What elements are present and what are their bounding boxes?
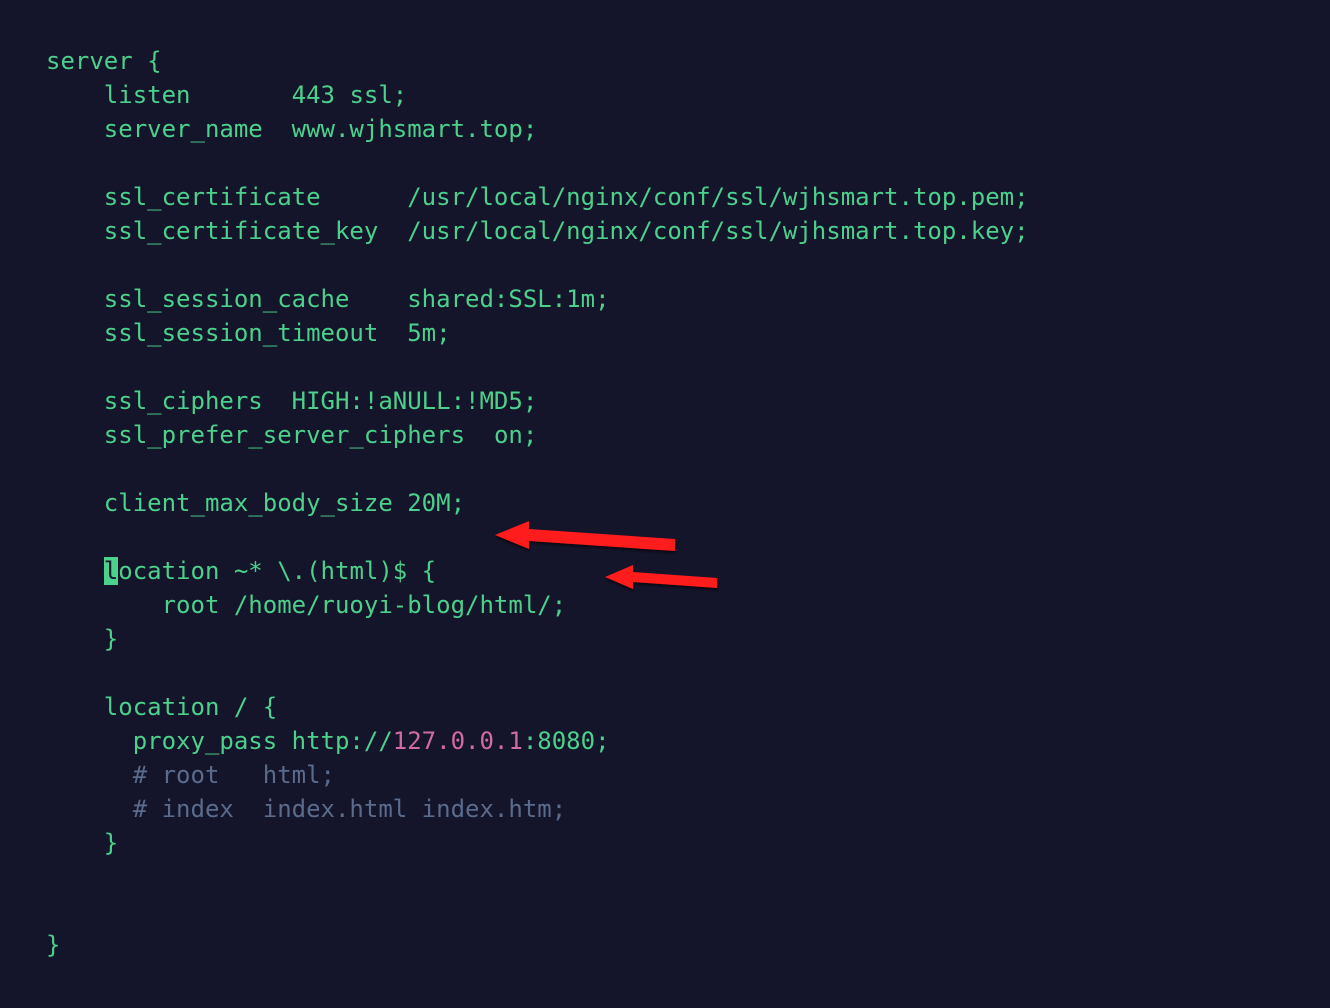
- code-line: ssl_certificate_key /usr/local/nginx/con…: [46, 217, 1029, 245]
- code-line: ocation ~* \.(html)$ {: [118, 557, 436, 585]
- code-line: }: [46, 829, 118, 857]
- code-line: }: [46, 625, 118, 653]
- code-line: root /home/ruoyi-blog/html/;: [46, 591, 566, 619]
- code-comment: # root html;: [46, 761, 335, 789]
- cursor: l: [104, 557, 118, 585]
- code-token: ssl;: [335, 81, 407, 109]
- code-line: ssl_certificate /usr/local/nginx/conf/ss…: [46, 183, 1029, 211]
- code-line: [46, 557, 104, 585]
- code-line: client_max_body_size 20M;: [46, 489, 465, 517]
- code-token: ;: [595, 285, 609, 313]
- code-token-number: 443: [292, 81, 335, 109]
- code-line: listen: [46, 81, 292, 109]
- code-line: ssl_session_cache shared:SSL:: [46, 285, 566, 313]
- code-token: ;: [436, 319, 450, 347]
- code-token-number: 1m: [566, 285, 595, 313]
- code-line: ssl_session_timeout: [46, 319, 407, 347]
- code-comment: # index index.html index.htm;: [46, 795, 566, 823]
- code-line: ssl_prefer_server_ciphers: [46, 421, 494, 449]
- code-editor[interactable]: server { listen 443 ssl; server_name www…: [0, 0, 1330, 962]
- code-line: server_name www.wjhsmart.top;: [46, 115, 537, 143]
- code-line: proxy_pass http://: [46, 727, 393, 755]
- code-token: ;: [523, 421, 537, 449]
- code-line: location / {: [46, 693, 277, 721]
- code-token: :: [523, 727, 537, 755]
- code-token-number: 8080: [537, 727, 595, 755]
- code-line: ssl_ciphers HIGH:!aNULL:!MD5;: [46, 387, 537, 415]
- code-token-number: 5m: [407, 319, 436, 347]
- code-token: on: [494, 421, 523, 449]
- code-line: server {: [46, 47, 162, 75]
- code-token-ip: 127.0.0.1: [393, 727, 523, 755]
- code-token: ;: [595, 727, 609, 755]
- code-line: }: [46, 931, 60, 959]
